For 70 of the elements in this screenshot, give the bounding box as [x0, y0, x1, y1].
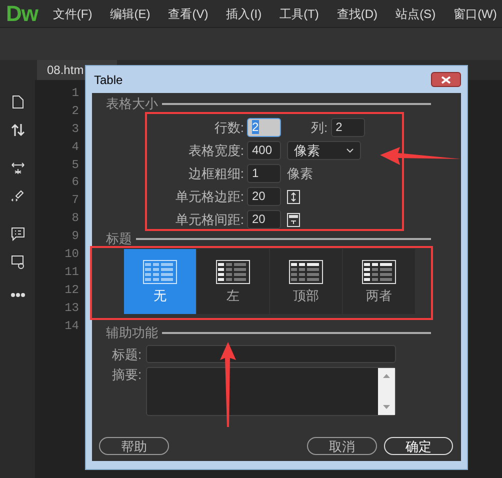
menu-item[interactable]: 窗口(W): [444, 4, 502, 22]
header-option[interactable]: 顶部: [270, 249, 342, 314]
cell-padding-icon: [287, 190, 300, 204]
chevron-down-icon: [346, 148, 354, 153]
line-number: 2: [72, 102, 79, 120]
cell-spacing-field[interactable]: 20: [247, 210, 281, 229]
table-icon: [216, 260, 250, 284]
menu-item[interactable]: 查看(V): [159, 4, 218, 22]
remove-comment-icon: [10, 255, 24, 269]
field-label: 单元格边距:: [174, 188, 245, 206]
close-icon: [441, 76, 451, 84]
header-option[interactable]: 左: [197, 249, 269, 314]
width-field[interactable]: 400: [247, 141, 281, 160]
more-icon[interactable]: [10, 293, 24, 297]
field-label: 摘要:: [112, 367, 143, 382]
line-number: 4: [72, 138, 79, 156]
line-number: 11: [64, 264, 79, 281]
menu-item[interactable]: 编辑(E): [101, 4, 160, 22]
help-button[interactable]: 帮助: [99, 437, 169, 455]
scroll-down-icon: [383, 405, 390, 409]
menu-item[interactable]: 工具(T): [270, 4, 328, 22]
cell-padding-field[interactable]: 20: [247, 187, 281, 206]
line-number: 3: [72, 120, 79, 138]
cell-spacing-icon: [287, 212, 300, 226]
table-icon: [289, 260, 323, 284]
scroll-up-icon: [383, 374, 390, 378]
rows-field[interactable]: 2: [247, 118, 281, 137]
line-number: 6: [72, 174, 79, 192]
unit-label: 像素: [287, 164, 313, 183]
line-number: 13: [64, 300, 79, 317]
comment-icon: [10, 227, 24, 241]
line-number: 9: [72, 228, 79, 246]
menu-item[interactable]: 插入(I): [217, 4, 271, 22]
line-number: 1: [72, 85, 79, 102]
scrollbar[interactable]: [378, 368, 395, 415]
expand-icon: [10, 161, 24, 175]
menu-item[interactable]: 查找(D): [328, 4, 387, 22]
ok-button[interactable]: 确定: [384, 437, 453, 455]
line-number: 7: [72, 192, 79, 210]
cancel-button[interactable]: 取消: [307, 437, 377, 455]
header-option[interactable]: 两者: [343, 249, 415, 314]
tag-icon: [10, 189, 24, 203]
summary-field[interactable]: [146, 367, 396, 416]
columns-field[interactable]: 2: [330, 118, 365, 137]
line-number: 10: [64, 246, 79, 263]
table-icon: [362, 260, 396, 284]
close-button[interactable]: [431, 72, 461, 87]
line-number: 8: [72, 210, 79, 228]
menu-item[interactable]: 文件(F): [44, 4, 102, 22]
field-label: 单元格间距:: [174, 210, 245, 229]
header-option[interactable]: 无: [124, 249, 196, 314]
field-label: 标题:: [112, 346, 143, 362]
caption-field[interactable]: [146, 345, 396, 363]
border-field[interactable]: 1: [247, 164, 281, 183]
arrows-updown-icon: [10, 123, 24, 137]
document-icon: [12, 95, 24, 109]
field-label: 边框粗细:: [187, 164, 245, 183]
menu-item[interactable]: 站点(S): [386, 4, 445, 22]
field-label: 列:: [311, 118, 329, 137]
field-label: 表格宽度:: [187, 142, 245, 160]
line-number: 5: [72, 156, 79, 174]
field-label: 行数:: [213, 118, 245, 137]
group-label: 表格大小: [106, 97, 158, 111]
line-number: 14: [64, 318, 79, 334]
group-label: 辅助功能: [106, 326, 158, 340]
group-label: 标题: [106, 232, 132, 246]
table-icon: [143, 260, 177, 284]
unit-dropdown[interactable]: 像素: [287, 141, 361, 160]
app-logo: Dw: [5, 0, 40, 28]
line-number: 12: [64, 282, 79, 299]
